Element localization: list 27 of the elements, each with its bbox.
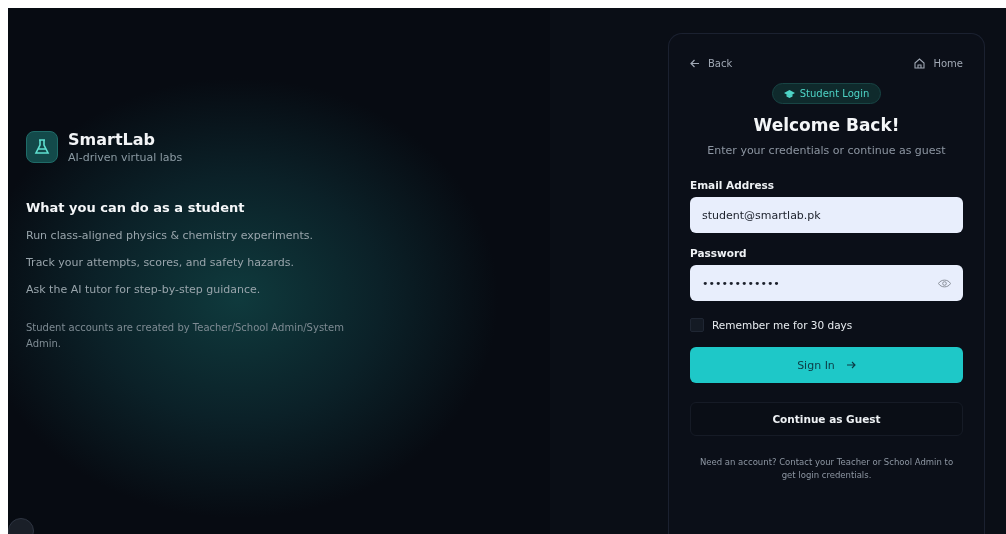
- accounts-note: Student accounts are created by Teacher/School Admin/System Admin.: [26, 321, 345, 351]
- feature-text: Run class-aligned physics & chemistry experiments.: [26, 229, 315, 242]
- features-heading: What you can do as a student: [26, 200, 246, 215]
- feature-text: Ask the AI tutor for step-by-step guidance.: [26, 283, 262, 296]
- arrow-right-icon: [846, 361, 856, 369]
- flask-icon: [26, 131, 58, 163]
- email-field[interactable]: student@smartlab.pk: [690, 197, 963, 233]
- brand-tagline: AI-driven virtual labs: [68, 151, 183, 164]
- field-label: Password: [690, 247, 748, 259]
- brand-name: SmartLab: [68, 130, 156, 149]
- field-label: Email Address: [690, 179, 775, 191]
- welcome-title: Welcome Back!: [752, 115, 901, 135]
- subtitle-text: Enter your credentials or continue as guest: [706, 144, 947, 157]
- eye-icon[interactable]: [938, 278, 951, 288]
- password-field[interactable]: ••••••••••••: [690, 265, 963, 301]
- student-login-badge: Student Login: [771, 83, 882, 104]
- remember-label: Remember me for 30 days: [712, 319, 853, 331]
- footer-text: Need an account? Contact your Teacher or School Admin to get login credentials.: [698, 456, 955, 482]
- back-link[interactable]: Back: [690, 58, 733, 69]
- graduation-cap-icon: [783, 89, 795, 98]
- guest-button[interactable]: Continue as Guest: [690, 402, 963, 436]
- arrow-left-icon: [690, 59, 700, 68]
- sign-in-button[interactable]: Sign In: [690, 347, 963, 383]
- home-link[interactable]: Home: [914, 58, 963, 69]
- home-icon: [914, 58, 926, 69]
- remember-checkbox[interactable]: [690, 318, 704, 332]
- feature-text: Track your attempts, scores, and safety hazards.: [26, 256, 296, 269]
